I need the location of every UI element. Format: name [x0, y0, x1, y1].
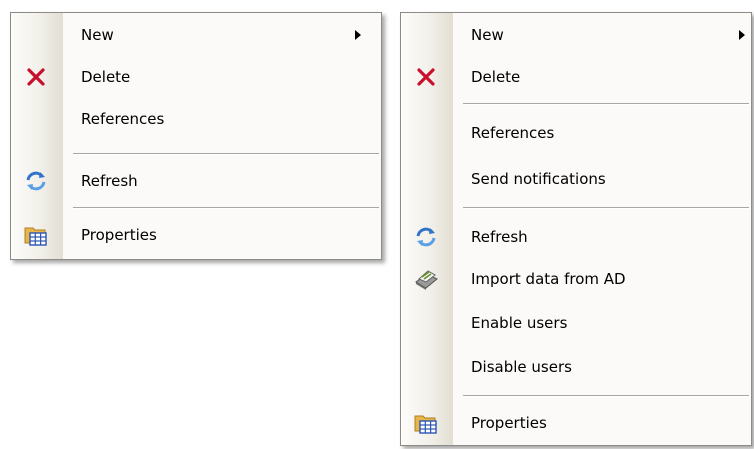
menu-item-label: Send notifications: [471, 170, 606, 188]
menu-item-import-data-from-ad[interactable]: Import data from AD: [401, 259, 751, 299]
menu-item-label: New: [81, 26, 114, 44]
menu-item-label: References: [471, 124, 555, 142]
submenu-arrow-icon: [739, 30, 745, 40]
menu-item-refresh[interactable]: Refresh: [11, 161, 381, 201]
menu-item-label: Disable users: [471, 358, 572, 376]
menu-item-label: New: [471, 26, 504, 44]
menu-item-label: Properties: [471, 414, 547, 432]
menu-item-properties[interactable]: Properties: [401, 403, 751, 443]
menu-item-delete[interactable]: Delete: [11, 57, 381, 97]
menu-separator: [463, 207, 749, 209]
import-icon: [413, 266, 439, 292]
delete-icon: [23, 64, 49, 90]
submenu-arrow-icon: [355, 30, 361, 40]
menu-item-label: Import data from AD: [471, 270, 626, 288]
context-menu-1: New Delete References Refresh Properties: [10, 12, 382, 260]
menu-item-properties[interactable]: Properties: [11, 215, 381, 255]
menu-item-label: Delete: [471, 68, 521, 86]
menu-item-label: Delete: [81, 68, 131, 86]
menu-item-label: References: [81, 110, 165, 128]
menu-separator: [73, 153, 379, 155]
properties-icon: [23, 222, 49, 248]
menu-item-enable-users[interactable]: Enable users: [401, 303, 751, 343]
menu-item-delete[interactable]: Delete: [401, 57, 751, 97]
refresh-icon: [413, 224, 439, 250]
menu-item-references[interactable]: References: [401, 113, 751, 153]
delete-icon: [413, 64, 439, 90]
menu-separator: [463, 395, 749, 397]
menu-separator: [73, 207, 379, 209]
menu-item-new[interactable]: New: [11, 15, 381, 55]
menu-item-new[interactable]: New: [401, 15, 751, 55]
properties-icon: [413, 410, 439, 436]
menu-item-refresh[interactable]: Refresh: [401, 217, 751, 257]
menu-item-label: Refresh: [81, 172, 138, 190]
menu-separator: [463, 103, 749, 105]
menu-item-label: Properties: [81, 226, 157, 244]
menu-item-references[interactable]: References: [11, 99, 381, 139]
menu-item-send-notifications[interactable]: Send notifications: [401, 159, 751, 199]
menu-item-disable-users[interactable]: Disable users: [401, 347, 751, 387]
context-menu-2: New Delete References Send notifications…: [400, 12, 752, 446]
refresh-icon: [23, 168, 49, 194]
menu-item-label: Refresh: [471, 228, 528, 246]
menu-item-label: Enable users: [471, 314, 568, 332]
